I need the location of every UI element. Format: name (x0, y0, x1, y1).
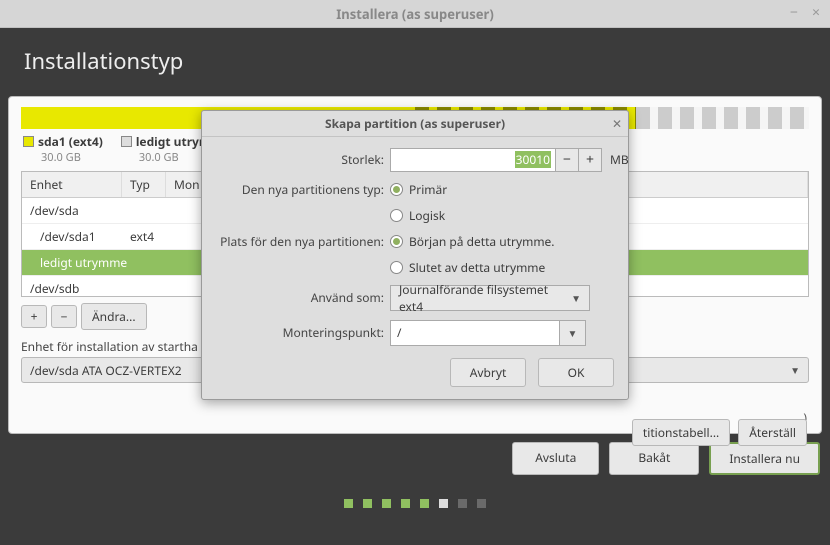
legend-sda1-size: 30.0 GB (41, 150, 103, 165)
size-label: Storlek: (214, 151, 384, 168)
pager-dot[interactable] (344, 499, 353, 508)
dialog-title: Skapa partition (as superuser) (325, 115, 505, 132)
pager-dot[interactable] (477, 499, 486, 508)
mount-point-label: Monteringspunkt: (214, 324, 384, 341)
chevron-down-icon: ▼ (568, 326, 578, 340)
cell-enhet: /dev/sda1 (30, 228, 130, 245)
cell-typ: ext4 (130, 228, 174, 245)
radio-end-label: Slutet av detta utrymme (409, 259, 545, 276)
change-partition-button[interactable]: Ändra... (81, 303, 147, 330)
remove-partition-button[interactable]: − (51, 305, 77, 328)
use-as-label: Använd som: (214, 289, 384, 306)
partition-type-label: Den nya partitionens typ: (214, 181, 384, 198)
chevron-down-icon: ▼ (571, 291, 581, 305)
page-title: Installationstyp (0, 28, 830, 86)
create-partition-dialog: Skapa partition (as superuser) ✕ Storlek… (201, 110, 629, 400)
radio-beginning[interactable]: Början på detta utrymme. (390, 233, 629, 250)
radio-end[interactable]: Slutet av detta utrymme (390, 259, 629, 276)
legend-sda1-name: sda1 (ext4) (38, 133, 103, 150)
reset-button[interactable]: Återställ (738, 419, 807, 446)
radio-icon (390, 183, 403, 196)
dialog-ok-button[interactable]: OK (538, 358, 614, 387)
col-enhet[interactable]: Enhet (22, 172, 122, 197)
add-partition-button[interactable]: + (21, 305, 47, 328)
close-icon[interactable]: × (808, 4, 824, 20)
back-button[interactable]: Bakåt (609, 442, 699, 475)
minimize-icon[interactable]: − (786, 4, 802, 20)
use-as-value: Journalförande filsystemet ext4 (399, 281, 571, 315)
mount-point-combo[interactable]: / ▼ (390, 320, 629, 346)
radio-logical[interactable]: Logisk (390, 207, 629, 224)
radio-icon (390, 235, 403, 248)
mount-dropdown-button[interactable]: ▼ (560, 320, 586, 346)
outer-titlebar: Installera (as superuser) − × (0, 0, 830, 28)
size-unit: MB (610, 151, 629, 168)
pager-dot[interactable] (382, 499, 391, 508)
col-typ[interactable]: Typ (122, 172, 166, 197)
swatch-free (121, 136, 132, 147)
size-input[interactable]: 30010 (390, 148, 556, 172)
size-increment-button[interactable]: + (578, 148, 602, 172)
use-as-select[interactable]: Journalförande filsystemet ext4 ▼ (390, 285, 590, 311)
cell-enhet: /dev/sda (30, 202, 130, 219)
radio-icon (390, 261, 403, 274)
chevron-down-icon: ▼ (790, 363, 800, 377)
new-partition-table-button[interactable]: titionstabell... (632, 419, 730, 446)
radio-primary[interactable]: Primär (390, 181, 629, 198)
quit-button[interactable]: Avsluta (512, 442, 599, 475)
cell-enhet: ledigt utrymme (30, 254, 130, 271)
pager-dot[interactable] (363, 499, 372, 508)
dialog-titlebar: Skapa partition (as superuser) ✕ (202, 111, 628, 137)
radio-beginning-label: Början på detta utrymme. (409, 233, 555, 250)
disk-bar-other (636, 107, 809, 129)
pager-dot[interactable] (401, 499, 410, 508)
pager-dot-current[interactable] (439, 499, 448, 508)
radio-logical-label: Logisk (409, 207, 445, 224)
cell-enhet: /dev/sdb (30, 280, 130, 297)
mount-point-value[interactable]: / (390, 320, 560, 346)
size-decrement-button[interactable]: − (555, 148, 579, 172)
radio-primary-label: Primär (409, 181, 447, 198)
install-now-button[interactable]: Installera nu (709, 442, 820, 475)
dialog-close-icon[interactable]: ✕ (612, 115, 622, 132)
pager (0, 491, 830, 518)
dialog-cancel-button[interactable]: Avbryt (450, 358, 526, 387)
swatch-sda1 (23, 136, 34, 147)
radio-icon (390, 209, 403, 222)
outer-title: Installera (as superuser) (336, 5, 494, 23)
location-label: Plats för den nya partitionen: (214, 233, 384, 250)
cell-typ (130, 254, 174, 271)
cell-typ (130, 280, 174, 297)
pager-dot[interactable] (458, 499, 467, 508)
cell-typ (130, 202, 174, 219)
pager-dot[interactable] (420, 499, 429, 508)
boot-device-value: /dev/sda ATA OCZ-VERTEX2 (30, 362, 182, 379)
